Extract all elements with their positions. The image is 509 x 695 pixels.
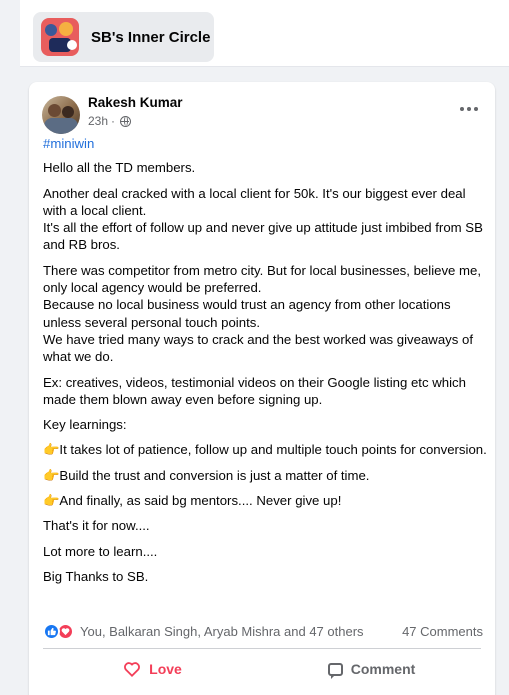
like-reaction-icon (43, 622, 60, 640)
more-options-button[interactable] (457, 102, 481, 116)
globe-icon (120, 115, 132, 127)
post-paragraph: There was competitor from metro city. Bu… (43, 262, 482, 365)
key-point-text: It takes lot of patience, follow up and … (59, 442, 487, 458)
post-paragraph: Key learnings: (43, 417, 127, 433)
group-link[interactable]: SB's Inner Circle (33, 12, 214, 62)
comments-count[interactable]: 47 Comments (402, 624, 483, 639)
reaction-icons[interactable] (43, 622, 74, 640)
pointing-hand-icon: 👉 (43, 442, 60, 458)
reactors-text[interactable]: You, Balkaran Singh, Aryab Mishra and 47… (80, 624, 364, 639)
love-label: Love (149, 661, 182, 677)
love-button[interactable]: Love (43, 652, 262, 686)
more-dot-icon (460, 107, 464, 111)
closing-line: Lot more to learn.... (43, 543, 158, 559)
group-name: SB's Inner Circle (91, 28, 211, 46)
hashtag-link[interactable]: #miniwin (43, 135, 488, 152)
meta-separator: · (111, 114, 116, 128)
comment-label: Comment (350, 661, 416, 677)
avatar[interactable] (42, 96, 80, 134)
post-card: Rakesh Kumar 23h · #miniwin Hello all th… (29, 82, 495, 695)
comment-button[interactable]: Comment (262, 652, 481, 686)
comment-icon (327, 662, 343, 679)
post-paragraph: Another deal cracked with a local client… (43, 185, 483, 253)
key-point: 👉And finally, as said bg mentors.... Nev… (43, 492, 488, 509)
pointing-hand-icon: 👉 (43, 493, 60, 509)
key-point-text: And finally, as said bg mentors.... Neve… (59, 493, 342, 509)
post-body: #miniwin Hello all the TD members. Anoth… (43, 135, 488, 593)
reactions-summary: You, Balkaran Singh, Aryab Mishra and 47… (43, 621, 483, 641)
post-paragraph: Ex: creatives, videos, testimonial video… (43, 374, 466, 407)
group-thumbnail (41, 18, 79, 56)
post-actions: Love Comment (43, 652, 481, 686)
more-dot-icon (467, 107, 471, 111)
key-point-text: Build the trust and conversion is just a… (59, 467, 370, 483)
author-name[interactable]: Rakesh Kumar (88, 95, 183, 110)
post-time[interactable]: 23h (88, 114, 108, 128)
more-dot-icon (474, 107, 478, 111)
closing-line: That's it for now.... (43, 518, 150, 534)
post-paragraph: Hello all the TD members. (43, 160, 196, 176)
heart-icon (124, 662, 141, 678)
pointing-hand-icon: 👉 (43, 467, 60, 483)
divider (43, 648, 481, 649)
post-meta: 23h · (88, 114, 132, 128)
key-point: 👉It takes lot of patience, follow up and… (43, 441, 488, 458)
key-point: 👉Build the trust and conversion is just … (43, 467, 488, 484)
group-header: SB's Inner Circle (0, 0, 509, 67)
closing-line: Big Thanks to SB. (43, 568, 149, 584)
left-gutter (0, 0, 20, 67)
